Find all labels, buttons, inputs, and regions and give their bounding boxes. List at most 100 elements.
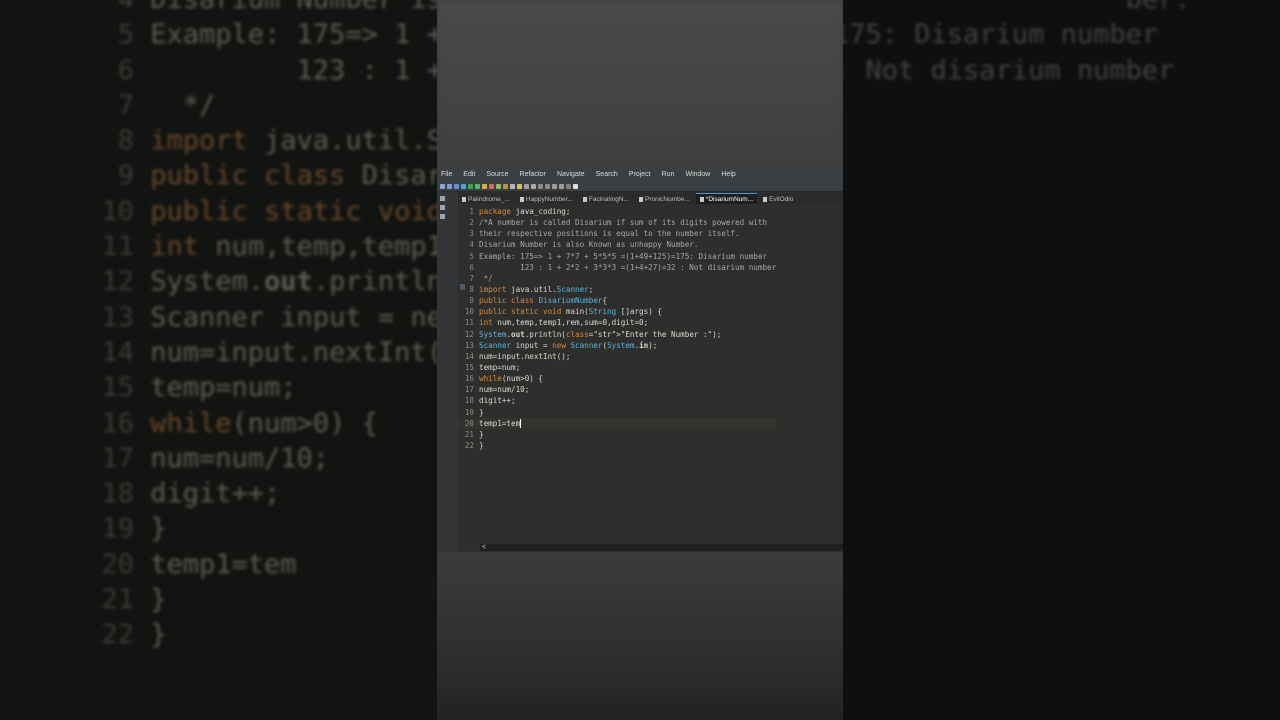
code-line[interactable]: 8 import java.util.Scanner; [458, 284, 776, 295]
code-line[interactable]: 16 while(num>0) { [458, 373, 776, 384]
code-line[interactable]: 20 temp1=tem [458, 417, 777, 429]
left-side-panel [437, 192, 458, 552]
line-number: 21 [464, 429, 474, 439]
code-line[interactable]: 12 System.out.println(class="str">"Enter … [458, 329, 776, 340]
scroll-left-arrow-icon[interactable]: < [482, 544, 486, 551]
line-text: Disarium Number is also Known as unhappy… [479, 240, 699, 250]
new-icon[interactable] [440, 183, 445, 189]
line-number: 9 [469, 296, 474, 306]
line-text: } [479, 440, 484, 450]
line-text: Scanner input = new Scanner(System.in); [479, 340, 658, 350]
line-number: 20 [464, 418, 474, 428]
package-explorer-icon[interactable] [440, 196, 445, 201]
line-text: temp=num; [479, 362, 521, 372]
menu-source[interactable]: Source [486, 171, 508, 178]
run-config-icon[interactable] [475, 183, 480, 189]
horizontal-scrollbar[interactable]: < [480, 544, 843, 551]
save-all-icon[interactable] [454, 183, 459, 189]
code-line[interactable]: 11 int num,temp,temp1,rem,sum=0,digit=0; [458, 317, 776, 328]
code-line[interactable]: 21} [458, 429, 776, 440]
code-lines[interactable]: 1 package java_coding; 2 /*A number is call… [458, 206, 777, 451]
code-line[interactable]: 6 123 : 1 + 2*2 + 3*3*3 =(1+4+27)=32 : N… [458, 262, 776, 273]
code-line[interactable]: 1 package java_coding; [458, 206, 776, 217]
annotation-next-icon[interactable] [538, 183, 543, 189]
tab-happynumber[interactable]: HappyNumber... [516, 194, 577, 204]
line-text: } [479, 407, 484, 417]
line-number: 8 [469, 284, 474, 294]
external-tools-icon[interactable] [482, 183, 487, 189]
menu-refactor[interactable]: Refactor [520, 171, 546, 178]
frame-bottom [437, 552, 843, 720]
line-text: num=input.nextInt(); [479, 351, 571, 361]
line-text: num=num/10; [479, 385, 530, 395]
code-line[interactable]: 3 their respective positions is equal to … [458, 228, 776, 239]
line-number: 17 [464, 385, 474, 395]
code-line[interactable]: 15 temp=num; [458, 362, 776, 373]
java-file-icon [763, 196, 768, 202]
perspective-icon[interactable] [573, 183, 578, 189]
debug-icon[interactable] [461, 183, 466, 189]
code-line[interactable]: 22} [458, 440, 776, 451]
code-line[interactable]: 4 Disarium Number is also Known as unhapp… [458, 239, 776, 250]
tab-palindrome[interactable]: Palindrome_... [458, 194, 514, 204]
code-line[interactable]: 18 digit++; [458, 395, 776, 406]
menu-bar: File Edit Source Refactor Navigate Searc… [437, 168, 843, 181]
search-icon[interactable] [524, 183, 529, 189]
menu-file[interactable]: File [441, 171, 452, 178]
toggle-mark-icon[interactable] [531, 183, 536, 189]
stop-icon[interactable] [489, 183, 494, 189]
tab-pronicnumber[interactable]: PronicNumbe... [635, 194, 694, 204]
line-text: public static void main(String []args) { [479, 307, 662, 317]
java-file-icon [582, 196, 587, 202]
menu-navigate[interactable]: Navigate [557, 171, 585, 178]
line-text: import java.util.Scanner; [479, 284, 594, 294]
hierarchy-icon[interactable] [440, 214, 445, 219]
menu-help[interactable]: Help [721, 171, 735, 178]
code-line[interactable]: 5 Example: 175=> 1 + 7*7 + 5*5*5 =(1+49+1… [458, 251, 776, 262]
new-java-project-icon[interactable] [496, 183, 501, 189]
line-number: 19 [464, 407, 474, 417]
line-number: 3 [469, 229, 474, 239]
code-line[interactable]: 2 /*A number is called Disarium if sum of… [458, 217, 776, 228]
open-type-icon[interactable] [517, 183, 522, 189]
forward-icon[interactable] [559, 183, 564, 189]
new-class-icon[interactable] [510, 183, 515, 189]
menu-edit[interactable]: Edit [463, 171, 475, 178]
blurred-background-left: 4 Disarium Number is 5 Example: 175=> 1 … [0, 0, 437, 720]
blurred-background-right: ber. 175: Disarium number : Not disarium… [843, 0, 1280, 720]
java-file-icon [639, 196, 643, 202]
line-text: 123 : 1 + 2*2 + 3*3*3 =(1+4+27)=32 : Not… [479, 262, 777, 272]
tab-evilodious[interactable]: EvilOdio [759, 194, 797, 204]
code-line[interactable]: 10 public static void main(String []args)… [458, 306, 776, 317]
code-line[interactable]: 9 public class DisariumNumber{ [458, 295, 776, 306]
pin-icon[interactable] [566, 183, 571, 189]
new-package-icon[interactable] [503, 183, 508, 189]
line-text: } [479, 429, 484, 439]
save-icon[interactable] [447, 183, 452, 189]
line-text: digit++; [479, 396, 516, 406]
line-number: 18 [464, 396, 474, 406]
code-line[interactable]: 17 num=num/10; [458, 384, 776, 395]
code-line[interactable]: 19} [458, 407, 776, 418]
line-number: 13 [464, 340, 474, 350]
annotation-prev-icon[interactable] [545, 183, 550, 189]
line-number: 15 [464, 362, 474, 372]
menu-search[interactable]: Search [596, 171, 618, 178]
menu-project[interactable]: Project [629, 171, 651, 178]
line-text: System.out.println(class="str">"Enter th… [479, 329, 722, 339]
tab-facinatingnumber[interactable]: FacinatingN... [579, 194, 633, 204]
back-icon[interactable] [552, 183, 557, 189]
outline-icon[interactable] [440, 205, 445, 210]
toolbar [437, 181, 843, 192]
menu-window[interactable]: Window [685, 171, 710, 178]
code-editor[interactable]: 1 package java_coding; 2 /*A number is call… [458, 205, 843, 544]
code-line[interactable]: 7 */ [458, 273, 776, 284]
code-line[interactable]: 14 num=input.nextInt(); [458, 351, 776, 362]
run-icon[interactable] [468, 183, 473, 189]
line-number: 10 [464, 307, 474, 317]
code-line[interactable]: 13 Scanner input = new Scanner(System.in)… [458, 340, 776, 351]
menu-run[interactable]: Run [662, 171, 675, 178]
text-cursor [520, 419, 522, 429]
tab-disariumnumber[interactable]: *DisariumNum... [695, 193, 758, 204]
line-number: 12 [464, 329, 474, 339]
